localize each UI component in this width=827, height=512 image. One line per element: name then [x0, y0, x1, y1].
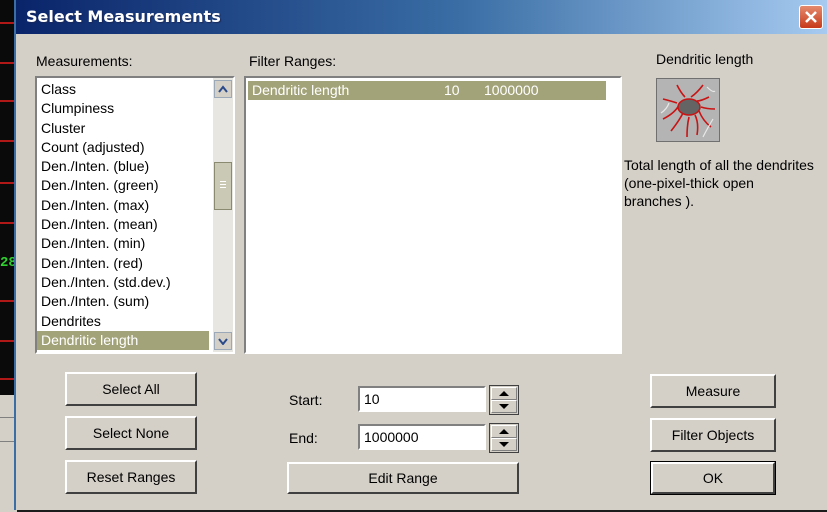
- filter-range-name: Dendritic length: [252, 82, 350, 98]
- reset-ranges-button[interactable]: Reset Ranges: [65, 460, 197, 494]
- close-icon: [805, 11, 817, 23]
- edit-range-button[interactable]: Edit Range: [287, 462, 519, 494]
- end-stepper[interactable]: [489, 423, 519, 453]
- chevron-down-icon: [218, 338, 228, 345]
- title-bar[interactable]: Select Measurements: [16, 0, 827, 34]
- dendrite-icon: [656, 78, 720, 142]
- arrow-down-icon: [499, 442, 509, 447]
- preview-description: Total length of all the dendrites (one-p…: [624, 157, 814, 209]
- background-marker: [0, 340, 14, 342]
- background-marker: [0, 182, 14, 184]
- filter-objects-button[interactable]: Filter Objects: [650, 418, 776, 452]
- list-item[interactable]: Class: [37, 80, 209, 99]
- background-marker: [0, 140, 14, 142]
- start-label: Start:: [289, 392, 323, 408]
- background-marker: [0, 62, 14, 64]
- dendrite-illustration: [657, 79, 719, 141]
- select-all-button[interactable]: Select All: [65, 372, 197, 406]
- background-marker: [0, 22, 14, 24]
- list-item[interactable]: Den./Inten. (max): [37, 196, 209, 215]
- background-marker: [0, 300, 14, 302]
- filter-range-start: 10: [444, 82, 460, 98]
- select-measurements-dialog: Select Measurements Measurements: Filter…: [14, 0, 827, 510]
- arrow-up-icon: [499, 391, 509, 396]
- list-item[interactable]: Count (adjusted): [37, 138, 209, 157]
- background-marker: [0, 100, 14, 102]
- list-item[interactable]: Den./Inten. (green): [37, 176, 209, 195]
- list-item[interactable]: Den./Inten. (sum): [37, 292, 209, 311]
- list-item[interactable]: Cluster: [37, 119, 209, 138]
- scroll-down-button[interactable]: [214, 332, 232, 350]
- list-item[interactable]: Clumpiness: [37, 99, 209, 118]
- arrow-up-icon: [499, 429, 509, 434]
- filter-range-end: 1000000: [484, 82, 539, 98]
- background-marker: [0, 378, 14, 380]
- list-item[interactable]: Dendrites: [37, 312, 209, 331]
- background-marker: [0, 222, 14, 224]
- filter-ranges-list[interactable]: Dendritic length 10 1000000: [244, 76, 622, 354]
- scroll-thumb[interactable]: [214, 162, 232, 210]
- arrow-down-icon: [499, 404, 509, 409]
- end-input[interactable]: [358, 424, 486, 450]
- end-label: End:: [289, 430, 318, 446]
- filter-range-row[interactable]: Dendritic length 10 1000000: [248, 81, 606, 100]
- ok-button[interactable]: OK: [650, 461, 776, 495]
- measurements-scrollbar[interactable]: [213, 78, 233, 352]
- filter-ranges-label: Filter Ranges:: [249, 53, 337, 69]
- list-item[interactable]: Den./Inten. (std.dev.): [37, 273, 209, 292]
- start-input[interactable]: [358, 386, 486, 412]
- select-none-button[interactable]: Select None: [65, 416, 197, 450]
- end-decrement-button[interactable]: [491, 438, 517, 451]
- measurements-label: Measurements:: [36, 53, 133, 69]
- preview-title: Dendritic length: [656, 51, 754, 67]
- end-increment-button[interactable]: [491, 425, 517, 438]
- start-increment-button[interactable]: [491, 387, 517, 400]
- measure-button[interactable]: Measure: [650, 374, 776, 408]
- measurements-items: Class Clumpiness Cluster Count (adjusted) De…: [37, 80, 209, 351]
- chevron-up-icon: [218, 85, 228, 93]
- list-item[interactable]: Den./Inten. (min): [37, 234, 209, 253]
- list-item[interactable]: Den./Inten. (red): [37, 254, 209, 273]
- list-item[interactable]: Den./Inten. (blue): [37, 157, 209, 176]
- start-stepper[interactable]: [489, 385, 519, 415]
- list-item[interactable]: Dendritic length: [37, 330, 209, 351]
- list-item[interactable]: Den./Inten. (mean): [37, 215, 209, 234]
- start-decrement-button[interactable]: [491, 400, 517, 413]
- dialog-title: Select Measurements: [26, 7, 221, 26]
- measurements-list[interactable]: Class Clumpiness Cluster Count (adjusted) De…: [35, 76, 235, 354]
- scroll-up-button[interactable]: [214, 80, 232, 98]
- close-button[interactable]: [799, 5, 823, 29]
